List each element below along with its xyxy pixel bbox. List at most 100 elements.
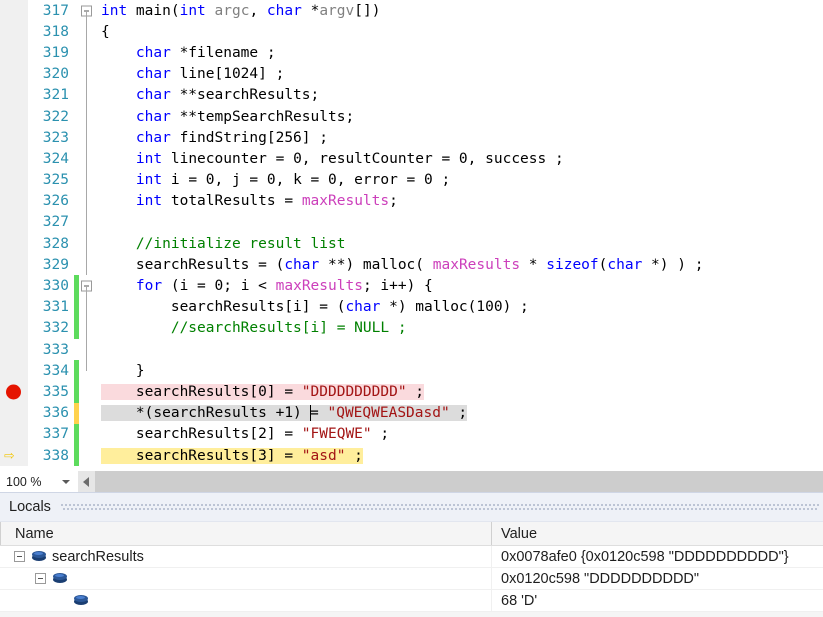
breakpoint-gutter[interactable]: [0, 105, 28, 128]
code-text[interactable]: }: [97, 360, 823, 381]
code-folding-column[interactable]: [79, 42, 97, 64]
breakpoint-gutter[interactable]: [0, 423, 28, 445]
code-line[interactable]: 335 searchResults[0] = "DDDDDDDDDD" ;: [0, 381, 823, 403]
column-header-value[interactable]: Value: [491, 522, 823, 545]
code-folding-column[interactable]: [79, 0, 97, 22]
code-text[interactable]: for (i = 0; i < maxResults; i++) {: [97, 275, 823, 296]
breakpoint-gutter[interactable]: [0, 296, 28, 318]
code-line[interactable]: 317 int main(int argc, char *argv[]): [0, 0, 823, 22]
scroll-left-arrow-icon[interactable]: [78, 471, 95, 492]
code-text[interactable]: //initialize result list: [97, 233, 823, 254]
breakpoint-gutter[interactable]: [0, 275, 28, 297]
code-folding-column[interactable]: [79, 317, 97, 339]
breakpoint-gutter[interactable]: [0, 127, 28, 149]
code-line[interactable]: 321 char **searchResults;: [0, 84, 823, 106]
code-text[interactable]: searchResults[2] = "FWEQWE" ;: [97, 424, 823, 445]
locals-name-cell[interactable]: [0, 590, 491, 611]
code-folding-column[interactable]: [79, 148, 97, 170]
code-line[interactable]: 329 searchResults = (char **) malloc( ma…: [0, 254, 823, 276]
code-folding-column[interactable]: [79, 275, 97, 297]
breakpoint-gutter[interactable]: [0, 381, 28, 403]
code-line[interactable]: 320 char line[1024] ;: [0, 63, 823, 85]
chevron-down-icon[interactable]: [62, 479, 70, 484]
code-folding-column[interactable]: [79, 339, 97, 361]
code-line[interactable]: ⇨ 338 searchResults[3] = "asd" ;: [0, 444, 823, 467]
zoom-level-dropdown[interactable]: 100 %: [0, 471, 78, 492]
code-text[interactable]: int linecounter = 0, resultCounter = 0, …: [97, 148, 823, 169]
code-line[interactable]: 328 //initialize result list: [0, 233, 823, 255]
breakpoint-gutter[interactable]: [0, 169, 28, 191]
code-folding-column[interactable]: [79, 84, 97, 106]
breakpoint-gutter[interactable]: [0, 360, 28, 382]
locals-name-cell[interactable]: [0, 568, 491, 589]
code-line[interactable]: 319 char *filename ;: [0, 42, 823, 64]
locals-grid-body[interactable]: searchResults 0x0078afe0 {0x0120c598 "DDD…: [0, 546, 823, 612]
code-line[interactable]: 326 int totalResults = maxResults;: [0, 190, 823, 212]
breakpoint-gutter[interactable]: [0, 190, 28, 212]
code-line[interactable]: 331 searchResults[i] = (char *) malloc(1…: [0, 296, 823, 318]
code-text[interactable]: [97, 339, 823, 360]
breakpoint-gutter[interactable]: [0, 0, 28, 22]
code-folding-column[interactable]: [79, 444, 97, 467]
code-line[interactable]: 318 {: [0, 21, 823, 43]
code-folding-column[interactable]: [79, 63, 97, 85]
code-text[interactable]: char line[1024] ;: [97, 64, 823, 85]
code-line[interactable]: 325 int i = 0, j = 0, k = 0, error = 0 ;: [0, 169, 823, 191]
code-folding-column[interactable]: [79, 233, 97, 255]
code-text[interactable]: searchResults[0] = "DDDDDDDDDD" ;: [97, 381, 823, 402]
locals-row[interactable]: 68 'D': [0, 590, 823, 612]
code-folding-column[interactable]: [79, 21, 97, 43]
code-folding-column[interactable]: [79, 423, 97, 445]
code-line[interactable]: 324 int linecounter = 0, resultCounter =…: [0, 148, 823, 170]
code-line[interactable]: 334 }: [0, 360, 823, 382]
code-folding-column[interactable]: [79, 296, 97, 318]
code-text[interactable]: char **tempSearchResults;: [97, 106, 823, 127]
column-header-name[interactable]: Name: [0, 522, 491, 545]
code-folding-column[interactable]: [79, 127, 97, 149]
locals-row[interactable]: searchResults 0x0078afe0 {0x0120c598 "DDD…: [0, 546, 823, 568]
code-folding-column[interactable]: [79, 105, 97, 128]
breakpoint-gutter[interactable]: [0, 148, 28, 170]
code-folding-column[interactable]: [79, 360, 97, 382]
breakpoint-gutter[interactable]: [0, 63, 28, 85]
code-text[interactable]: int main(int argc, char *argv[]): [97, 0, 823, 21]
breakpoint-gutter[interactable]: [0, 233, 28, 255]
code-line[interactable]: 327: [0, 211, 823, 234]
locals-name-cell[interactable]: searchResults: [0, 546, 491, 567]
breakpoint-gutter[interactable]: [0, 84, 28, 106]
code-text[interactable]: searchResults = (char **) malloc( maxRes…: [97, 254, 823, 275]
code-folding-column[interactable]: [79, 190, 97, 212]
code-line[interactable]: 333: [0, 339, 823, 361]
breakpoint-gutter[interactable]: [0, 42, 28, 64]
breakpoint-gutter[interactable]: [0, 317, 28, 339]
breakpoint-gutter[interactable]: ⇨: [0, 444, 28, 467]
tree-collapse-icon[interactable]: [35, 573, 46, 584]
code-text[interactable]: char findString[256] ;: [97, 127, 823, 148]
code-folding-column[interactable]: [79, 254, 97, 276]
tree-collapse-icon[interactable]: [14, 551, 25, 562]
code-folding-column[interactable]: [79, 211, 97, 234]
code-text[interactable]: int totalResults = maxResults;: [97, 191, 823, 212]
code-line[interactable]: 322 char **tempSearchResults;: [0, 105, 823, 128]
code-text[interactable]: //searchResults[i] = NULL ;: [97, 318, 823, 339]
code-text[interactable]: searchResults[3] = "asd" ;: [97, 445, 823, 466]
breakpoint-gutter[interactable]: [0, 211, 28, 234]
code-text[interactable]: char **searchResults;: [97, 85, 823, 106]
code-folding-column[interactable]: [79, 402, 97, 424]
code-folding-column[interactable]: [79, 381, 97, 403]
code-line[interactable]: 336 *(searchResults +1) = "QWEQWEASDasd"…: [0, 402, 823, 424]
code-text[interactable]: {: [97, 21, 823, 42]
code-editor[interactable]: 317 int main(int argc, char *argv[]) 318{3…: [0, 0, 823, 470]
breakpoint-gutter[interactable]: [0, 254, 28, 276]
code-text[interactable]: char *filename ;: [97, 42, 823, 63]
breakpoint-gutter[interactable]: [0, 21, 28, 43]
code-line[interactable]: 332 //searchResults[i] = NULL ;: [0, 317, 823, 339]
code-line[interactable]: 323 char findString[256] ;: [0, 127, 823, 149]
code-text[interactable]: *(searchResults +1) = "QWEQWEASDasd" ;: [97, 403, 823, 424]
code-text[interactable]: [97, 212, 823, 233]
code-line[interactable]: 337 searchResults[2] = "FWEQWE" ;: [0, 423, 823, 445]
locals-value-cell[interactable]: 68 'D': [491, 590, 823, 611]
locals-value-cell[interactable]: 0x0120c598 "DDDDDDDDDD": [491, 568, 823, 589]
code-text[interactable]: searchResults[i] = (char *) malloc(100) …: [97, 297, 823, 318]
code-text[interactable]: int i = 0, j = 0, k = 0, error = 0 ;: [97, 170, 823, 191]
